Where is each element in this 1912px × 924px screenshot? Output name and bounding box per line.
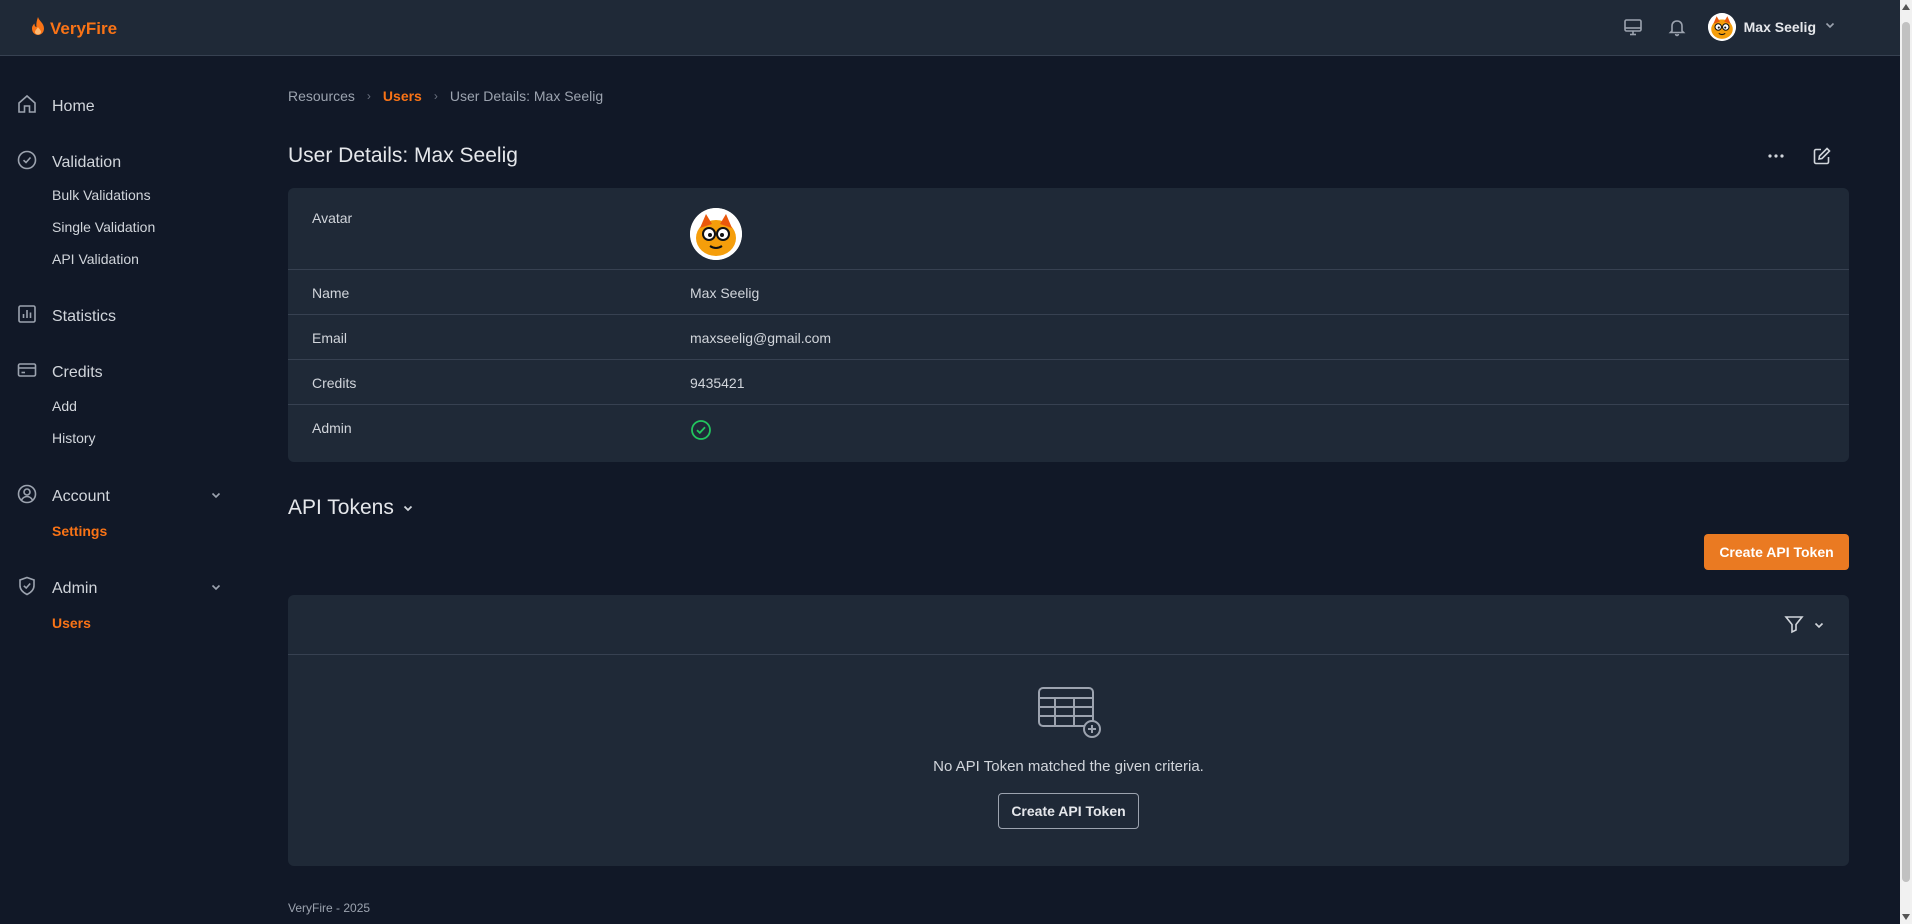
chevron-right-icon: › [433, 89, 438, 103]
detail-row-email: Email maxseelig@gmail.com [288, 315, 1849, 360]
page-title: User Details: Max Seelig [288, 144, 518, 167]
detail-label: Email [312, 330, 348, 346]
sidebar-item-home[interactable]: Home [16, 93, 222, 120]
breadcrumb-current: User Details: Max Seelig [449, 88, 604, 104]
api-tokens-table-card: No API Token matched the given criteria.… [288, 595, 1849, 866]
admin-check-icon [690, 419, 712, 444]
detail-row-credits: Credits 9435421 [288, 360, 1849, 405]
flame-icon [30, 16, 46, 41]
sidebar-item-label: Credits [52, 363, 103, 381]
detail-row-name: Name Max Seelig [288, 270, 1849, 315]
detail-row-admin: Admin [288, 405, 1849, 462]
sidebar-item-label: Admin [52, 579, 98, 597]
credit-card-icon [16, 359, 38, 386]
shield-check-icon [16, 575, 38, 602]
sidebar-item-add[interactable]: Add [52, 398, 77, 414]
user-name: Max Seelig [1743, 19, 1816, 35]
detail-label: Admin [312, 420, 352, 436]
scrollbar-thumb[interactable] [1902, 22, 1910, 882]
sidebar-item-statistics[interactable]: Statistics [16, 303, 222, 330]
empty-state-text: No API Token matched the given criteria. [933, 758, 1204, 775]
app-name: VeryFire [50, 18, 118, 38]
detail-row-avatar: Avatar [288, 188, 1849, 270]
sidebar-item-label: Validation [52, 153, 122, 171]
scroll-down-arrow-icon[interactable] [1902, 914, 1910, 920]
detail-label: Avatar [312, 210, 353, 226]
chevron-down-icon [1813, 618, 1825, 636]
more-options-icon[interactable] [1766, 146, 1786, 171]
filter-icon [1783, 613, 1805, 640]
table-toolbar [288, 595, 1849, 655]
sidebar-item-label: Account [52, 487, 110, 505]
detail-label: Credits [312, 375, 357, 391]
sidebar-item-bulk-validations[interactable]: Bulk Validations [52, 187, 151, 203]
sidebar-item-admin[interactable]: Admin [16, 575, 222, 602]
top-bar: VeryFire Max Seelig [0, 0, 1900, 56]
avatar [1707, 13, 1736, 41]
sidebar-item-api-validation[interactable]: API Validation [52, 251, 139, 267]
sidebar-item-users[interactable]: Users [52, 615, 91, 631]
sidebar-item-label: Statistics [52, 307, 117, 325]
chevron-down-icon [210, 580, 222, 598]
chevron-right-icon: › [366, 89, 371, 103]
sidebar-item-settings[interactable]: Settings [52, 523, 107, 539]
sidebar-item-history[interactable]: History [52, 430, 96, 446]
sidebar-item-label: Home [52, 97, 95, 115]
breadcrumb-users[interactable]: Users [383, 88, 422, 104]
sidebar-item-credits[interactable]: Credits [16, 359, 222, 386]
empty-state: No API Token matched the given criteria.… [288, 685, 1849, 829]
empty-create-api-token-button[interactable]: Create API Token [998, 793, 1139, 829]
detail-label: Name [312, 285, 350, 301]
edit-icon[interactable] [1812, 146, 1832, 171]
check-circle-icon [16, 149, 38, 176]
monitor-icon[interactable] [1620, 12, 1646, 42]
detail-value-name: Max Seelig [690, 285, 760, 301]
app-logo[interactable]: VeryFire [30, 16, 117, 41]
breadcrumb-resources[interactable]: Resources [288, 88, 355, 104]
chevron-down-icon [210, 488, 222, 506]
sidebar-item-single-validation[interactable]: Single Validation [52, 219, 155, 235]
section-title: API Tokens [288, 496, 394, 519]
chevron-down-icon [1824, 18, 1836, 36]
avatar [690, 208, 742, 260]
footer: VeryFire - 2025 [288, 901, 371, 915]
chart-icon [16, 303, 38, 330]
filter-button[interactable] [1783, 613, 1825, 640]
bell-icon[interactable] [1664, 12, 1690, 42]
sidebar: Home Validation Bulk Validations Single … [0, 57, 240, 924]
user-circle-icon [16, 483, 38, 510]
page-scrollbar[interactable] [1900, 0, 1912, 924]
scroll-up-arrow-icon[interactable] [1902, 4, 1910, 10]
user-menu[interactable]: Max Seelig [1707, 13, 1836, 41]
detail-value-email: maxseelig@gmail.com [690, 330, 832, 346]
chevron-down-icon [402, 496, 414, 520]
sidebar-item-account[interactable]: Account [16, 483, 222, 510]
sidebar-item-validation[interactable]: Validation [16, 149, 222, 176]
breadcrumb: Resources › Users › User Details: Max Se… [288, 88, 603, 104]
table-add-icon [1036, 685, 1102, 744]
api-tokens-toggle[interactable]: API Tokens [288, 496, 414, 520]
user-details-card: Avatar Name Max Seelig Email maxseelig@g… [288, 188, 1849, 462]
detail-value-credits: 9435421 [690, 375, 745, 391]
home-icon [16, 93, 38, 120]
create-api-token-button[interactable]: Create API Token [1704, 534, 1849, 570]
